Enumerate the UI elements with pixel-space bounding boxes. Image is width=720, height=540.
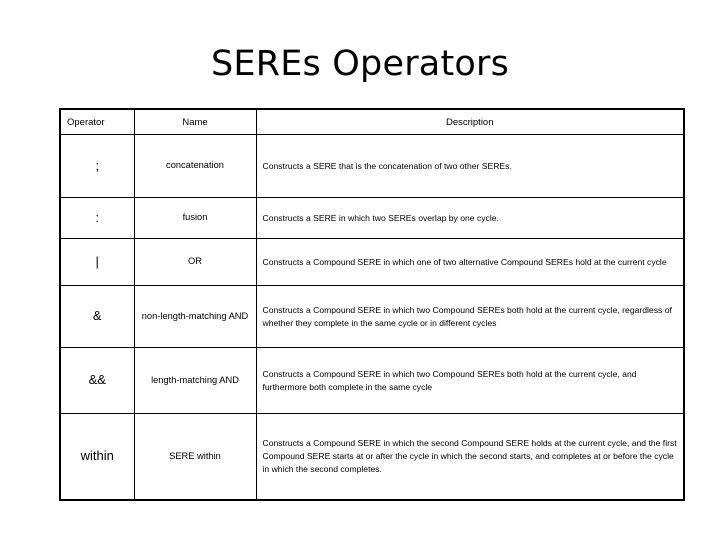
table-row: ; concatenation Constructs a SERE that i… [59,134,685,198]
cell-name: length-matching AND [133,347,257,414]
cell-description: Constructs a Compound SERE in which two … [255,285,685,348]
cell-operator: ; [59,134,135,198]
cell-description: Constructs a Compound SERE in which one … [255,238,685,286]
table-row: | OR Constructs a Compound SERE in which… [59,238,685,286]
cell-name: OR [133,238,257,286]
cell-description: Constructs a Compound SERE in which two … [255,347,685,414]
column-header-name: Name [133,108,257,135]
operators-table-container: Operator Name Description ; concatenatio… [59,108,685,501]
table-header-row: Operator Name Description [59,108,685,135]
cell-operator: | [59,238,135,286]
sere-operators-table: Operator Name Description ; concatenatio… [59,108,685,501]
cell-operator: within [59,413,135,501]
cell-operator: && [59,347,135,414]
column-header-description: Description [255,108,685,135]
table-row: within SERE within Constructs a Compound… [59,413,685,501]
cell-name: concatenation [133,134,257,198]
table-row: && length-matching AND Constructs a Comp… [59,347,685,414]
cell-description: Constructs a SERE that is the concatenat… [255,134,685,198]
page-title: SEREs Operators [210,44,510,84]
table-row: & non-length-matching AND Constructs a C… [59,285,685,348]
cell-name: non-length-matching AND [133,285,257,348]
column-header-operator: Operator [59,108,135,135]
cell-name: fusion [133,197,257,239]
cell-name: SERE within [133,413,257,501]
cell-description: Constructs a Compound SERE in which the … [255,413,685,501]
cell-description: Constructs a SERE in which two SEREs ove… [255,197,685,239]
cell-operator: & [59,285,135,348]
table-row: : fusion Constructs a SERE in which two … [59,197,685,239]
slide-canvas: SEREs Operators Operator Name Descriptio… [0,0,720,540]
cell-operator: : [59,197,135,239]
